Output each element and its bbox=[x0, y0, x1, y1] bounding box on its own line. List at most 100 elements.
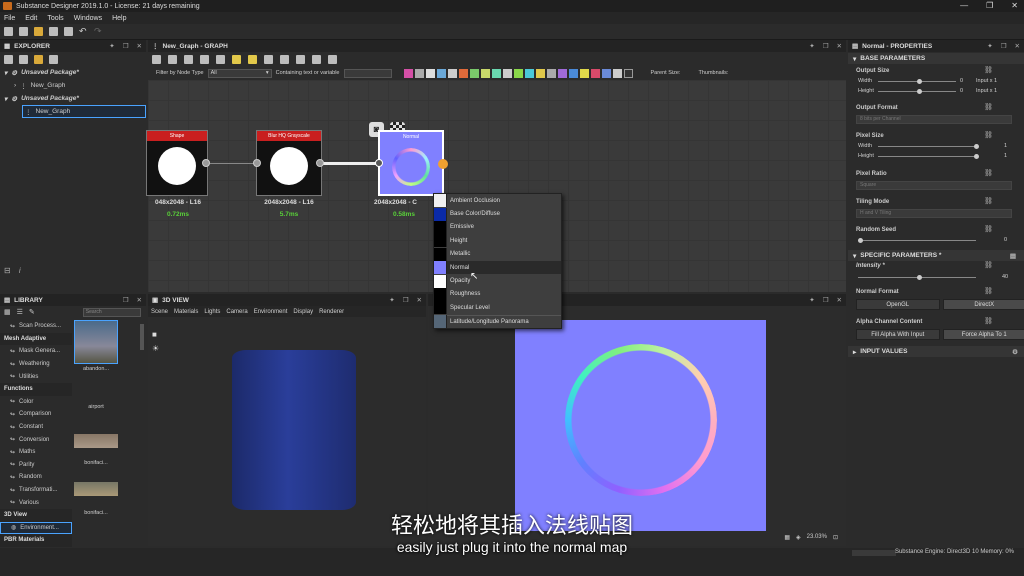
menu-display[interactable]: Display bbox=[293, 309, 313, 315]
containing-input[interactable] bbox=[343, 68, 392, 78]
library-item[interactable]: ↬ Random bbox=[0, 471, 72, 484]
close-icon[interactable]: ✕ bbox=[837, 296, 842, 304]
library-item[interactable]: ↬ Scan Process... bbox=[0, 320, 72, 333]
thumbnail-image[interactable] bbox=[74, 482, 118, 496]
pin-icon[interactable]: ✦ bbox=[987, 42, 992, 50]
dropdown-item[interactable]: Roughness bbox=[434, 287, 561, 301]
library-item[interactable]: ↬ Weathering bbox=[0, 358, 72, 371]
link-icon[interactable]: ⛓ bbox=[984, 66, 993, 74]
page-icon[interactable]: ▤ bbox=[1010, 252, 1016, 260]
library-item[interactable]: ↬ Utilities bbox=[0, 370, 72, 383]
node-filter-icon[interactable] bbox=[612, 68, 622, 78]
menu-renderer[interactable]: Renderer bbox=[319, 309, 344, 315]
fit-view-icon[interactable] bbox=[168, 54, 177, 64]
slider-knob[interactable] bbox=[917, 79, 922, 84]
output-height-slider[interactable] bbox=[878, 89, 956, 94]
pixel-height-slider[interactable] bbox=[878, 154, 980, 159]
library-item[interactable]: ↬ Parity bbox=[0, 459, 72, 472]
pixel-height-value[interactable]: 1 bbox=[1004, 153, 1007, 159]
new-graph-icon[interactable] bbox=[19, 27, 28, 36]
node-filter-icon[interactable] bbox=[447, 68, 457, 78]
save-icon[interactable] bbox=[49, 27, 58, 36]
expand-icon[interactable]: › bbox=[14, 82, 16, 89]
directx-button[interactable]: DirectX bbox=[942, 299, 1024, 310]
node-filter-icon[interactable] bbox=[513, 68, 523, 78]
node-filter-icon[interactable] bbox=[590, 68, 600, 78]
node-filter-icon[interactable] bbox=[469, 68, 479, 78]
close-button[interactable]: ✕ bbox=[1011, 1, 1018, 10]
input-port[interactable] bbox=[375, 159, 383, 167]
light-icon[interactable]: ☀ bbox=[152, 344, 159, 353]
scrollbar[interactable] bbox=[140, 324, 144, 350]
menu-file[interactable]: File bbox=[4, 15, 15, 22]
link-icon[interactable]: ⛓ bbox=[984, 225, 993, 233]
grid-icon[interactable]: ▦ bbox=[4, 308, 11, 316]
edit-icon[interactable]: ✎ bbox=[29, 308, 35, 316]
new-graph-icon[interactable] bbox=[19, 54, 28, 64]
slider-knob[interactable] bbox=[917, 89, 922, 94]
menu-camera[interactable]: Camera bbox=[226, 309, 247, 315]
node-filter-icon[interactable] bbox=[546, 68, 556, 78]
link-icon[interactable]: ⛓ bbox=[984, 169, 993, 177]
base-parameters-section[interactable]: ▾ BASE PARAMETERS bbox=[848, 53, 1024, 64]
comment-icon[interactable] bbox=[312, 54, 321, 64]
node-filter-icon[interactable] bbox=[557, 68, 567, 78]
library-item[interactable]: ↬ Maths bbox=[0, 446, 72, 459]
node-filter-icon[interactable] bbox=[568, 68, 578, 78]
dropdown-item[interactable]: Ambient Occlusion bbox=[434, 194, 561, 208]
pin-icon[interactable]: ✦ bbox=[389, 296, 394, 304]
menu-materials[interactable]: Materials bbox=[174, 309, 198, 315]
library-item[interactable]: ↬ Conversion bbox=[0, 433, 72, 446]
menu-help[interactable]: Help bbox=[112, 15, 126, 22]
close-icon[interactable]: ✕ bbox=[417, 296, 422, 304]
link-icon[interactable]: ⛓ bbox=[984, 103, 993, 111]
tree-graph-selected[interactable]: ⋮ New_Graph bbox=[22, 105, 146, 118]
tree-package[interactable]: ▾ ⚙ Unsaved Package* bbox=[0, 92, 146, 105]
random-seed-value[interactable]: 0 bbox=[1004, 237, 1007, 243]
output-port[interactable] bbox=[438, 159, 448, 169]
camera-icon[interactable]: ■ bbox=[152, 330, 157, 339]
node-filter-icon[interactable] bbox=[414, 68, 424, 78]
intensity-value[interactable]: 40 bbox=[1002, 274, 1008, 280]
menu-environment[interactable]: Environment bbox=[254, 309, 288, 315]
menu-tools[interactable]: Tools bbox=[47, 15, 63, 22]
2d-normal-preview[interactable] bbox=[515, 320, 766, 531]
info-icon[interactable] bbox=[200, 54, 209, 64]
close-icon[interactable]: ✕ bbox=[137, 42, 142, 50]
slider-knob[interactable] bbox=[974, 144, 980, 149]
library-item[interactable]: ↬ Color bbox=[0, 396, 72, 409]
node-filter-icon[interactable] bbox=[403, 68, 413, 78]
library-category[interactable]: Functions bbox=[0, 382, 72, 396]
close-icon[interactable]: ✕ bbox=[137, 296, 142, 304]
thumbnail-image[interactable] bbox=[74, 320, 118, 364]
close-icon[interactable]: ✕ bbox=[837, 42, 842, 50]
expand-icon[interactable]: ▾ bbox=[4, 95, 7, 103]
random-seed-slider[interactable] bbox=[858, 238, 976, 243]
filter-dropdown[interactable]: All ▾ bbox=[207, 68, 272, 78]
node-filter-icon[interactable] bbox=[480, 68, 490, 78]
float-icon[interactable]: ❐ bbox=[1001, 42, 1007, 50]
link-icon[interactable]: ⛓ bbox=[984, 317, 993, 325]
tiling-mode-dropdown[interactable]: H and V Tiling bbox=[856, 209, 1012, 218]
new-node-icon[interactable] bbox=[152, 54, 161, 64]
library-search-input[interactable]: Search bbox=[82, 307, 141, 317]
float-icon[interactable]: ❐ bbox=[403, 296, 409, 304]
open-icon[interactable] bbox=[34, 54, 43, 64]
link-icon[interactable] bbox=[280, 54, 289, 64]
float-icon[interactable]: ❐ bbox=[123, 42, 129, 50]
slider-knob[interactable] bbox=[858, 238, 863, 243]
dropdown-item[interactable]: Normal bbox=[434, 260, 561, 275]
dropdown-item[interactable]: Metallic bbox=[434, 247, 561, 261]
node-filter-icon[interactable] bbox=[623, 68, 633, 78]
link-icon[interactable]: ⛓ bbox=[984, 287, 993, 295]
node-filter-icon[interactable] bbox=[436, 68, 446, 78]
node-filter-icon[interactable] bbox=[502, 68, 512, 78]
pin-icon[interactable]: ✦ bbox=[109, 42, 114, 50]
dropdown-item[interactable]: Specular Level bbox=[434, 301, 561, 315]
3d-cylinder-preview[interactable] bbox=[232, 350, 356, 510]
node-filter-icon[interactable] bbox=[535, 68, 545, 78]
node-filter-icon[interactable] bbox=[491, 68, 501, 78]
slider-knob[interactable] bbox=[917, 275, 922, 280]
list-icon[interactable]: ☰ bbox=[17, 308, 23, 316]
menu-edit[interactable]: Edit bbox=[25, 15, 37, 22]
